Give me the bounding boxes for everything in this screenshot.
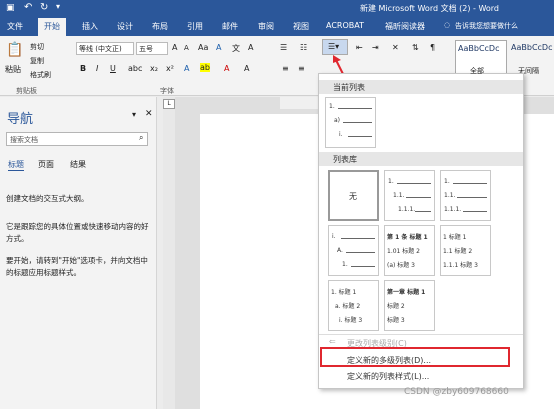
nav-options-icon[interactable]: ▾ xyxy=(132,110,136,119)
highlight-icon[interactable]: ab xyxy=(200,63,210,72)
window-title: 新建 Microsoft Word 文档 (2) - Word xyxy=(360,4,500,13)
decrease-indent-icon[interactable]: ⇤ xyxy=(356,43,363,52)
tab-design[interactable]: 设计 xyxy=(117,21,133,32)
tell-me-box[interactable]: 告诉我您想要做什么 xyxy=(455,21,518,31)
highlight-box xyxy=(320,347,510,367)
tab-file[interactable]: 文件 xyxy=(7,21,23,32)
tab-review[interactable]: 审阅 xyxy=(258,21,274,32)
nav-tab-pages[interactable]: 页面 xyxy=(38,159,54,170)
strikethrough-icon[interactable]: abc xyxy=(128,64,142,73)
cut-button[interactable]: 剪切 xyxy=(30,42,44,52)
menu-define-style[interactable]: 定义新的列表样式(L)... xyxy=(319,368,523,384)
align-left-icon[interactable]: ≡ xyxy=(282,64,289,73)
font-color-icon[interactable]: A xyxy=(224,64,229,73)
navigation-pane: 导航 ▾ ✕ 搜索文档 ⌕ 标题 页面 结果 创建文档的交互式大纲。 它是跟踪您… xyxy=(0,97,157,409)
bold-button[interactable]: B xyxy=(80,64,86,73)
ribbon-tabs: 文件 开始 插入 设计 布局 引用 邮件 审阅 视图 ACROBAT 福昕阅读器… xyxy=(0,18,554,36)
grow-font-icon[interactable]: A xyxy=(172,43,177,52)
all-styles-label[interactable]: 全部 xyxy=(470,66,484,76)
list-lib-thumb-2[interactable]: 1. 1.1. 1.1.1. xyxy=(440,170,491,221)
tab-view[interactable]: 视图 xyxy=(293,21,309,32)
tab-acrobat[interactable]: ACROBAT xyxy=(326,21,364,30)
align-center-icon[interactable]: ≡ xyxy=(298,64,305,73)
sort-icon[interactable]: ⇅ xyxy=(412,43,419,52)
undo-icon[interactable]: ↶ xyxy=(24,2,32,13)
phonetic-icon[interactable]: 文 xyxy=(232,43,240,54)
nav-help-1: 创建文档的交互式大纲。 xyxy=(6,194,89,203)
numbering-icon[interactable]: ☷ xyxy=(300,43,307,52)
font-name-select[interactable]: 等线 (中文正) xyxy=(76,42,134,55)
redo-icon[interactable]: ↻ xyxy=(40,2,48,13)
list-lib-thumb-7[interactable]: 第一章 标题 1 标题 2 标题 3 xyxy=(384,280,435,331)
text-effects-icon[interactable]: A xyxy=(184,64,189,73)
font-group-label: 字体 xyxy=(160,87,174,95)
current-list-header: 当前列表 xyxy=(319,80,523,94)
font-size-select[interactable]: 五号 xyxy=(136,42,168,55)
clear-format-icon[interactable]: A xyxy=(216,43,221,52)
format-painter-button[interactable]: 格式刷 xyxy=(30,70,51,80)
vertical-ruler xyxy=(163,97,175,409)
list-lib-thumb-6[interactable]: 1. 标题 1 a. 标题 2 i. 标题 3 xyxy=(328,280,379,331)
tab-foxit[interactable]: 福昕阅读器 xyxy=(385,21,425,32)
tab-insert[interactable]: 插入 xyxy=(82,21,98,32)
underline-button[interactable]: U xyxy=(110,64,116,73)
title-bar: ▣ ↶ ↻ ▾ 新建 Microsoft Word 文档 (2) - Word xyxy=(0,0,554,18)
copy-button[interactable]: 复制 xyxy=(30,56,44,66)
paste-button[interactable]: 粘贴 xyxy=(5,64,21,75)
change-case-icon[interactable]: Aa xyxy=(198,43,208,52)
char-shading-icon[interactable]: A xyxy=(244,64,249,73)
superscript-icon[interactable]: x² xyxy=(166,64,174,73)
tab-home[interactable]: 开始 xyxy=(38,18,66,36)
current-list-thumb[interactable]: 1. a) i. xyxy=(325,97,376,148)
nav-tab-results[interactable]: 结果 xyxy=(70,159,86,170)
library-header: 列表库 xyxy=(319,152,523,166)
save-icon[interactable]: ▣ xyxy=(6,3,15,13)
nav-title: 导航 xyxy=(7,112,34,127)
nav-close-icon[interactable]: ✕ xyxy=(145,109,153,119)
horizontal-ruler xyxy=(280,97,320,109)
nav-help-3: 要开始，请转到"开始"选项卡，并向文档中的标题应用标题样式。 xyxy=(6,256,148,277)
show-marks-icon[interactable]: ¶ xyxy=(430,43,435,52)
list-lib-thumb-1[interactable]: 1. 1.1. 1.1.1. xyxy=(384,170,435,221)
tab-layout[interactable]: 布局 xyxy=(152,21,168,32)
list-lib-thumb-3[interactable]: i. A. 1. xyxy=(328,225,379,276)
list-none-thumb[interactable]: 无 xyxy=(328,170,379,221)
bullets-icon[interactable]: ☰ xyxy=(280,43,287,52)
tab-mailings[interactable]: 邮件 xyxy=(222,21,238,32)
tab-selector[interactable]: L xyxy=(163,99,175,109)
multilevel-list-button[interactable]: ☰▾ xyxy=(322,39,348,55)
nav-search-input[interactable]: 搜索文档 xyxy=(6,132,148,146)
shrink-font-icon[interactable]: A xyxy=(184,44,189,52)
lightbulb-icon: ◌ xyxy=(444,21,451,29)
subscript-icon[interactable]: x₂ xyxy=(150,64,158,73)
list-lib-thumb-5[interactable]: 1 标题 1 1.1 标题 2 1.1.1 标题 3 xyxy=(440,225,491,276)
tab-references[interactable]: 引用 xyxy=(187,21,203,32)
customize-qat-icon[interactable]: ▾ xyxy=(56,2,60,11)
list-lib-thumb-4[interactable]: 第 1 条 标题 1 1.01 标题 2 (a) 标题 3 xyxy=(384,225,435,276)
clipboard-group-label: 剪贴板 xyxy=(16,87,37,95)
nav-tab-headings[interactable]: 标题 xyxy=(8,159,24,171)
clipboard-icon[interactable]: 📋 xyxy=(4,40,26,60)
chinese-layout-icon[interactable]: ✕ xyxy=(392,43,399,52)
char-border-icon[interactable]: A xyxy=(248,43,253,52)
italic-button[interactable]: I xyxy=(96,64,98,73)
nav-help-2: 它是跟踪您的具体位置或快速移动内容的好方式。 xyxy=(6,222,149,243)
nav-search-icon[interactable]: ⌕ xyxy=(139,133,143,143)
watermark: CSDN @zby609768660 xyxy=(404,387,509,397)
increase-indent-icon[interactable]: ⇥ xyxy=(372,43,379,52)
multilevel-list-dropdown: 当前列表 1. a) i. 列表库 无 1. 1.1. 1.1.1. 1. 1.… xyxy=(318,73,524,389)
